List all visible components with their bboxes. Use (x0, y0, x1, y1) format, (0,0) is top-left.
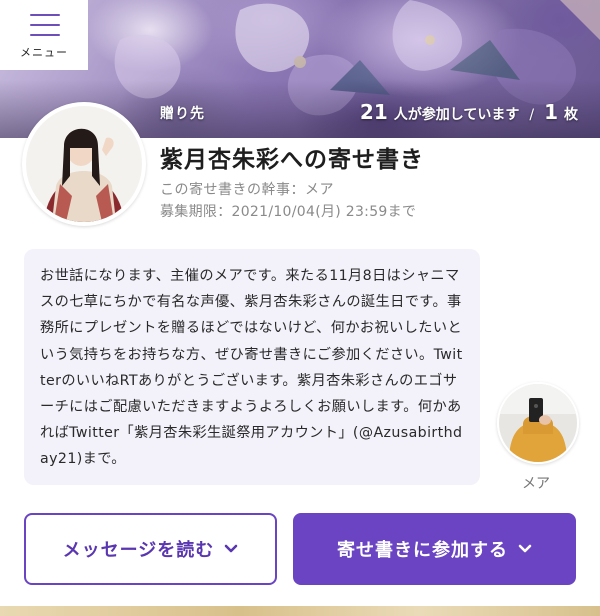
stats-separator: / (529, 107, 535, 123)
participant-suffix: 人が参加しています (393, 107, 520, 123)
join-button[interactable]: 寄せ書きに参加する (293, 513, 576, 585)
organizer-name: メア (522, 476, 550, 492)
read-messages-button[interactable]: メッセージを読む (24, 513, 277, 585)
menu-button[interactable]: メニュー (0, 0, 88, 70)
recipient-avatar (22, 102, 146, 226)
page-title: 紫月杏朱彩への寄せ書き (160, 147, 424, 173)
hamburger-icon (30, 14, 60, 44)
chevron-down-icon (518, 544, 532, 553)
organizer-message-text: お世話になります、主催のメアです。来たる11月8日はシャニマスの七草にちかで有名… (40, 268, 463, 468)
organizer-avatar (497, 382, 579, 464)
deadline-line: 募集期限：2021/10/04(月) 23:59まで (160, 204, 417, 220)
participation-stats: 21 人が参加しています / 1 枚 (360, 100, 578, 124)
join-label: 寄せ書きに参加する (337, 540, 508, 561)
recipient-label: 贈り先 (160, 106, 205, 122)
read-messages-label: メッセージを読む (62, 540, 215, 561)
sheet-count: 1 (544, 100, 558, 124)
footer-decoration (0, 606, 600, 616)
sheet-suffix: 枚 (564, 107, 578, 123)
menu-label: メニュー (20, 46, 68, 59)
chevron-down-icon (225, 544, 238, 553)
participant-count: 21 (359, 100, 388, 124)
organizer-message-box: お世話になります、主催のメアです。来たる11月8日はシャニマスの七草にちかで有名… (24, 249, 480, 485)
organizer-line: この寄せ書きの幹事：メア (160, 182, 334, 198)
